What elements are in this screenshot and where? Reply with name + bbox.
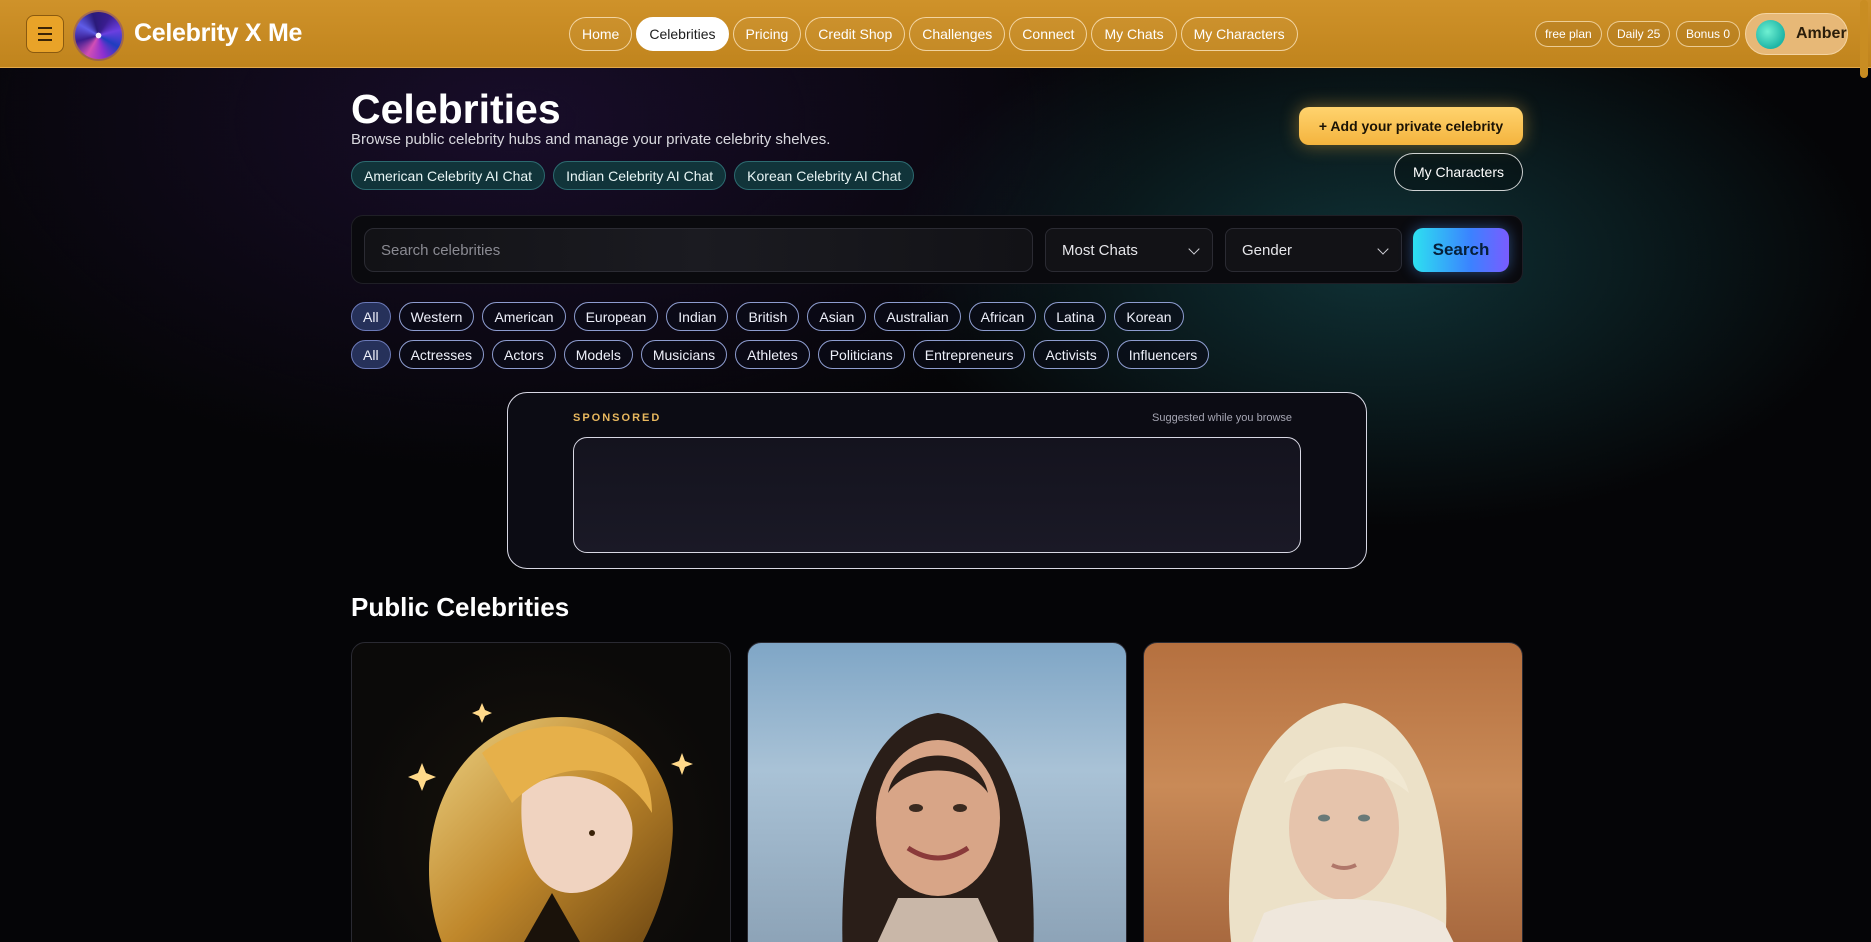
hub-indian[interactable]: Indian Celebrity AI Chat (553, 161, 727, 190)
swirl-logo-icon[interactable] (75, 12, 122, 59)
region-chip-asian[interactable]: Asian (807, 302, 867, 331)
golden-haired-anime-woman-portrait (408, 703, 693, 942)
plan-badge: free plan (1535, 21, 1602, 47)
gender-select-value: Gender (1242, 241, 1293, 259)
region-chip-western[interactable]: Western (398, 302, 475, 331)
brand-name[interactable]: Celebrity X Me (134, 19, 302, 48)
region-chip-african[interactable]: African (968, 302, 1037, 331)
region-chip-british[interactable]: British (736, 302, 800, 331)
region-chip-european[interactable]: European (573, 302, 659, 331)
region-chip-all[interactable]: All (351, 302, 391, 331)
category-chip-models[interactable]: Models (563, 340, 633, 369)
dark-haired-woman-smiling-portrait (842, 713, 1034, 942)
category-chip-athletes[interactable]: Athletes (735, 340, 810, 369)
celebrity-card[interactable] (747, 642, 1127, 942)
sort-select[interactable]: Most Chats (1045, 228, 1213, 272)
category-chip-entrepreneurs[interactable]: Entrepreneurs (912, 340, 1026, 369)
search-button[interactable]: Search (1413, 228, 1509, 272)
nav-pricing[interactable]: Pricing (732, 17, 802, 51)
user-name: Amber (1796, 25, 1847, 42)
nav-my-characters[interactable]: My Characters (1180, 17, 1298, 51)
category-chip-activists[interactable]: Activists (1033, 340, 1109, 369)
user-menu-button[interactable]: Amber (1745, 13, 1848, 55)
page-title: Celebrities (351, 86, 561, 132)
menu-button[interactable] (26, 15, 64, 53)
region-filter-row: All Western American European Indian Bri… (351, 302, 1184, 331)
region-chip-indian[interactable]: Indian (666, 302, 729, 331)
my-characters-button[interactable]: My Characters (1394, 153, 1523, 191)
nav-connect[interactable]: Connect (1009, 17, 1088, 51)
celebrity-card[interactable] (1143, 642, 1523, 942)
gender-select[interactable]: Gender (1225, 228, 1402, 272)
add-private-celebrity-button[interactable]: + Add your private celebrity (1299, 107, 1523, 145)
hub-american[interactable]: American Celebrity AI Chat (351, 161, 546, 190)
region-chip-korean[interactable]: Korean (1114, 302, 1184, 331)
region-chip-latina[interactable]: Latina (1044, 302, 1107, 331)
nav-my-chats[interactable]: My Chats (1091, 17, 1177, 51)
nav-challenges[interactable]: Challenges (909, 17, 1006, 51)
sort-select-value: Most Chats (1062, 241, 1138, 259)
ad-slot[interactable] (573, 437, 1301, 553)
sponsored-note: Suggested while you browse (1152, 412, 1293, 424)
section-title: Public Celebrities (351, 592, 570, 622)
category-chip-actors[interactable]: Actors (492, 340, 556, 369)
page-subtitle: Browse public celebrity hubs and manage … (351, 131, 831, 148)
search-input[interactable] (364, 228, 1033, 272)
top-navigation-bar: Celebrity X Me Home Celebrities Pricing … (0, 0, 1871, 68)
sponsored-label: SPONSORED (573, 412, 662, 424)
category-chip-musicians[interactable]: Musicians (640, 340, 728, 369)
nav-home[interactable]: Home (569, 17, 633, 51)
bonus-credits-badge: Bonus 0 (1676, 21, 1741, 47)
category-chip-influencers[interactable]: Influencers (1116, 340, 1210, 369)
hub-links: American Celebrity AI Chat Indian Celebr… (351, 161, 915, 190)
chevron-down-icon (1377, 243, 1389, 255)
region-chip-american[interactable]: American (482, 302, 566, 331)
main-nav: Home Celebrities Pricing Credit Shop Cha… (569, 17, 1298, 51)
daily-credits-badge: Daily 25 (1607, 21, 1671, 47)
page-scrollbar[interactable] (1860, 0, 1868, 942)
blonde-woman-portrait (1228, 703, 1454, 942)
category-filter-row: All Actresses Actors Models Musicians At… (351, 340, 1210, 369)
category-chip-politicians[interactable]: Politicians (817, 340, 905, 369)
avatar (1756, 19, 1785, 49)
hamburger-icon (38, 25, 52, 43)
nav-credit-shop[interactable]: Credit Shop (805, 17, 906, 51)
nav-celebrities[interactable]: Celebrities (636, 17, 729, 51)
region-chip-australian[interactable]: Australian (874, 302, 961, 331)
celebrity-card[interactable] (351, 642, 731, 942)
category-chip-actresses[interactable]: Actresses (398, 340, 485, 369)
category-chip-all[interactable]: All (351, 340, 391, 369)
chevron-down-icon (1188, 243, 1200, 255)
hub-korean[interactable]: Korean Celebrity AI Chat (734, 161, 915, 190)
scrollbar-thumb[interactable] (1860, 0, 1868, 78)
